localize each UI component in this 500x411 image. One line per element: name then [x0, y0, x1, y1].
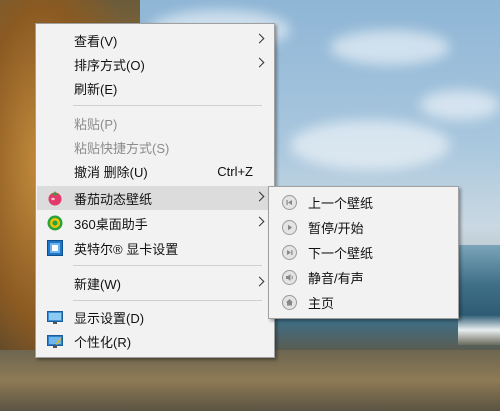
- menu-item-label: 撤消 删除(U): [74, 164, 148, 180]
- next-icon: [282, 245, 297, 260]
- menu-item-display-settings[interactable]: 显示设置(D): [37, 305, 273, 329]
- submenu-item-label: 暂停/开始: [308, 220, 364, 236]
- menu-item-label: 显示设置(D): [74, 310, 145, 326]
- intel-graphics-icon: [47, 240, 63, 256]
- menu-separator: [73, 300, 262, 301]
- chevron-right-icon: [254, 276, 265, 287]
- menu-item-undo-delete[interactable]: 撤消 删除(U) Ctrl+Z: [37, 159, 273, 183]
- personalize-icon: [47, 333, 63, 349]
- menu-item-label: 查看(V): [74, 33, 118, 49]
- chevron-right-icon: [254, 33, 265, 44]
- beach-sand: [0, 350, 500, 411]
- tomato-wallpaper-submenu: 上一个壁纸 暂停/开始 下一个壁纸 静音/有声 主页: [268, 186, 459, 319]
- menu-item-view[interactable]: 查看(V): [37, 28, 273, 52]
- menu-item-paste[interactable]: 粘贴(P): [37, 111, 273, 135]
- sea-water: [458, 245, 500, 345]
- desktop-context-menu: 查看(V) 排序方式(O) 刷新(E) 粘贴(P) 粘贴快捷方式(S) 撤消 删…: [35, 23, 275, 358]
- menu-item-label: 粘贴快捷方式(S): [74, 140, 170, 156]
- play-pause-icon: [282, 220, 297, 235]
- submenu-item-label: 主页: [308, 295, 335, 311]
- chevron-right-icon: [254, 57, 265, 68]
- menu-item-label: 新建(W): [74, 276, 121, 292]
- 360-desktop-icon: [47, 215, 63, 231]
- shortcut-label: Ctrl+Z: [217, 163, 253, 179]
- menu-item-label: 粘贴(P): [74, 116, 118, 132]
- menu-item-label: 番茄动态壁纸: [74, 191, 153, 207]
- menu-item-personalize[interactable]: 个性化(R): [37, 329, 273, 353]
- menu-item-sort-by[interactable]: 排序方式(O): [37, 52, 273, 76]
- menu-item-label: 排序方式(O): [74, 57, 145, 73]
- submenu-item-mute-toggle[interactable]: 静音/有声: [270, 265, 457, 289]
- menu-item-intel-graphics[interactable]: 英特尔® 显卡设置: [37, 236, 273, 260]
- tomato-wallpaper-icon: [47, 190, 63, 206]
- submenu-item-home[interactable]: 主页: [270, 290, 457, 314]
- submenu-item-label: 上一个壁纸: [308, 195, 374, 211]
- previous-icon: [282, 195, 297, 210]
- chevron-right-icon: [254, 191, 265, 202]
- menu-item-paste-shortcut[interactable]: 粘贴快捷方式(S): [37, 135, 273, 159]
- menu-item-label: 360桌面助手: [74, 216, 148, 232]
- submenu-item-label: 静音/有声: [308, 270, 364, 286]
- submenu-item-next-wallpaper[interactable]: 下一个壁纸: [270, 240, 457, 264]
- menu-item-refresh[interactable]: 刷新(E): [37, 76, 273, 100]
- menu-item-label: 个性化(R): [74, 334, 132, 350]
- menu-item-new[interactable]: 新建(W): [37, 271, 273, 295]
- chevron-right-icon: [254, 216, 265, 227]
- menu-item-label: 刷新(E): [74, 81, 118, 97]
- menu-separator: [73, 105, 262, 106]
- home-icon: [282, 295, 297, 310]
- submenu-item-label: 下一个壁纸: [308, 245, 374, 261]
- menu-item-tomato-wallpaper[interactable]: 番茄动态壁纸: [37, 186, 273, 210]
- menu-separator: [73, 265, 262, 266]
- display-settings-icon: [47, 309, 63, 325]
- submenu-item-previous-wallpaper[interactable]: 上一个壁纸: [270, 190, 457, 214]
- menu-item-label: 英特尔® 显卡设置: [74, 241, 179, 257]
- menu-item-360-desktop[interactable]: 360桌面助手: [37, 211, 273, 235]
- volume-icon: [282, 270, 297, 285]
- submenu-item-play-pause[interactable]: 暂停/开始: [270, 215, 457, 239]
